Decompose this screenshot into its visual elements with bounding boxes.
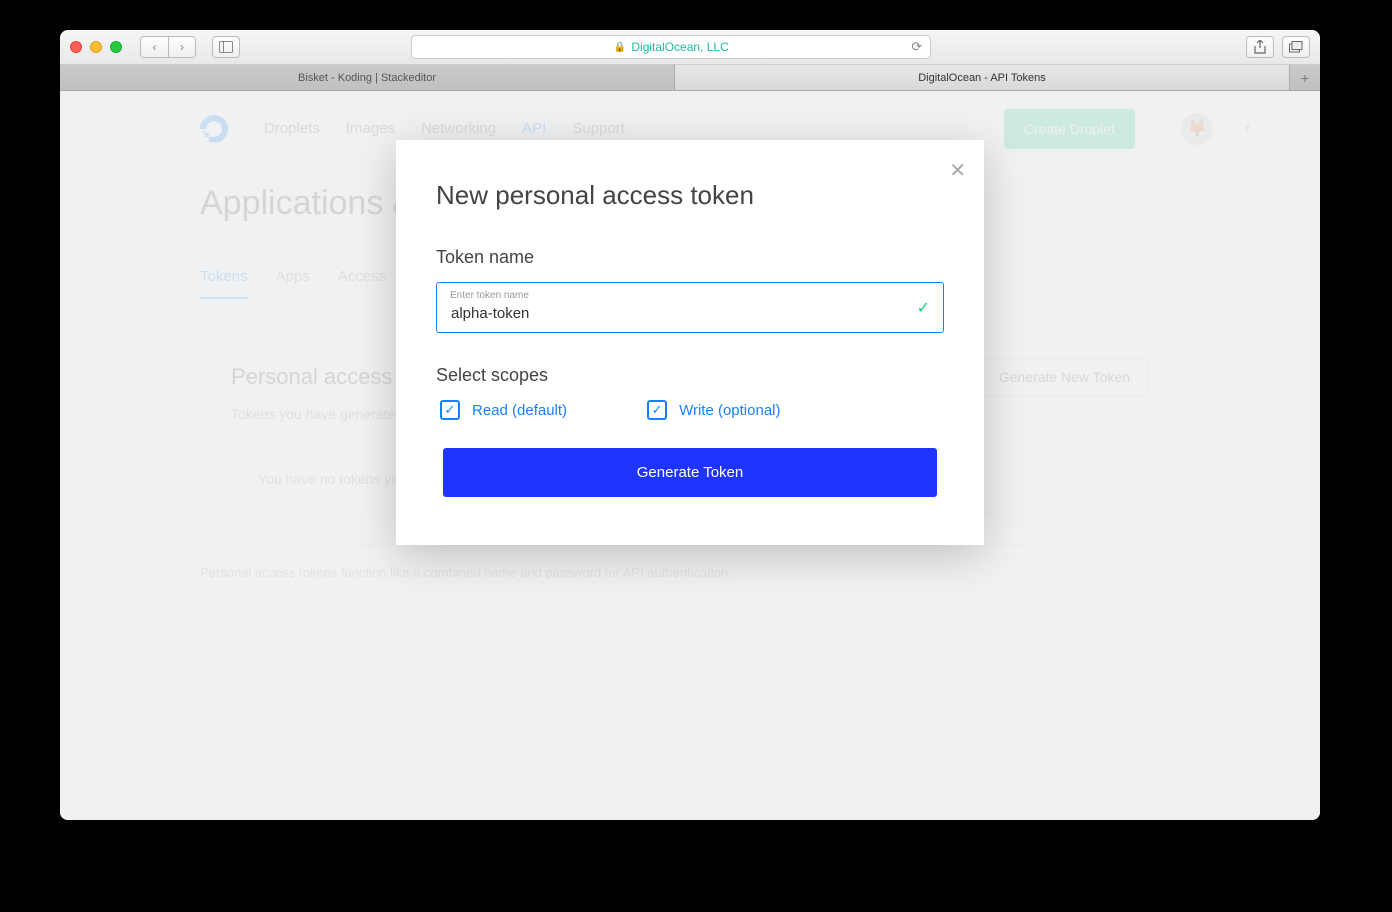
reload-icon[interactable]: ⟳ xyxy=(911,39,922,55)
page-content: Droplets Images Networking API Support C… xyxy=(60,91,1320,820)
scopes-group: ✓ Read (default) ✓ Write (optional) xyxy=(440,400,944,420)
browser-window: ‹ › 🔒 DigitalOcean, LLC ⟳ Bisket - Kodin… xyxy=(60,30,1320,820)
browser-tab-1[interactable]: DigitalOcean - API Tokens xyxy=(675,65,1290,90)
token-name-field-wrap: Enter token name ✓ xyxy=(436,282,944,333)
browser-tab-0[interactable]: Bisket - Koding | Stackeditor xyxy=(60,65,675,90)
nav-buttons: ‹ › xyxy=(140,36,196,58)
tab-bar: Bisket - Koding | Stackeditor DigitalOce… xyxy=(60,65,1320,91)
scope-write-label: Write (optional) xyxy=(679,402,780,419)
scopes-label: Select scopes xyxy=(436,365,944,386)
share-button[interactable] xyxy=(1246,36,1274,58)
window-controls xyxy=(70,41,122,53)
scope-read[interactable]: ✓ Read (default) xyxy=(440,400,567,420)
checkbox-write[interactable]: ✓ xyxy=(647,400,667,420)
share-icon xyxy=(1254,40,1266,54)
tabs-icon xyxy=(1289,41,1303,53)
scope-write[interactable]: ✓ Write (optional) xyxy=(647,400,780,420)
forward-button[interactable]: › xyxy=(168,36,196,58)
maximize-window-button[interactable] xyxy=(110,41,122,53)
sidebar-icon xyxy=(219,41,233,53)
modal-title: New personal access token xyxy=(436,180,944,211)
valid-check-icon: ✓ xyxy=(917,298,930,318)
token-name-placeholder: Enter token name xyxy=(450,290,529,301)
url-bar[interactable]: 🔒 DigitalOcean, LLC ⟳ xyxy=(411,35,931,59)
scope-read-label: Read (default) xyxy=(472,402,567,419)
checkbox-read[interactable]: ✓ xyxy=(440,400,460,420)
url-display: DigitalOcean, LLC xyxy=(631,40,728,54)
lock-icon: 🔒 xyxy=(614,42,626,53)
new-token-modal: ✕ New personal access token Token name E… xyxy=(396,140,984,545)
token-name-label: Token name xyxy=(436,247,944,268)
minimize-window-button[interactable] xyxy=(90,41,102,53)
tabs-overview-button[interactable] xyxy=(1282,36,1310,58)
back-button[interactable]: ‹ xyxy=(140,36,168,58)
close-modal-button[interactable]: ✕ xyxy=(949,158,966,183)
close-icon: ✕ xyxy=(949,160,966,182)
sidebar-toggle-button[interactable] xyxy=(212,36,240,58)
close-window-button[interactable] xyxy=(70,41,82,53)
browser-toolbar: ‹ › 🔒 DigitalOcean, LLC ⟳ xyxy=(60,30,1320,65)
generate-token-button[interactable]: Generate Token xyxy=(443,448,937,497)
new-tab-button[interactable]: + xyxy=(1290,65,1320,90)
